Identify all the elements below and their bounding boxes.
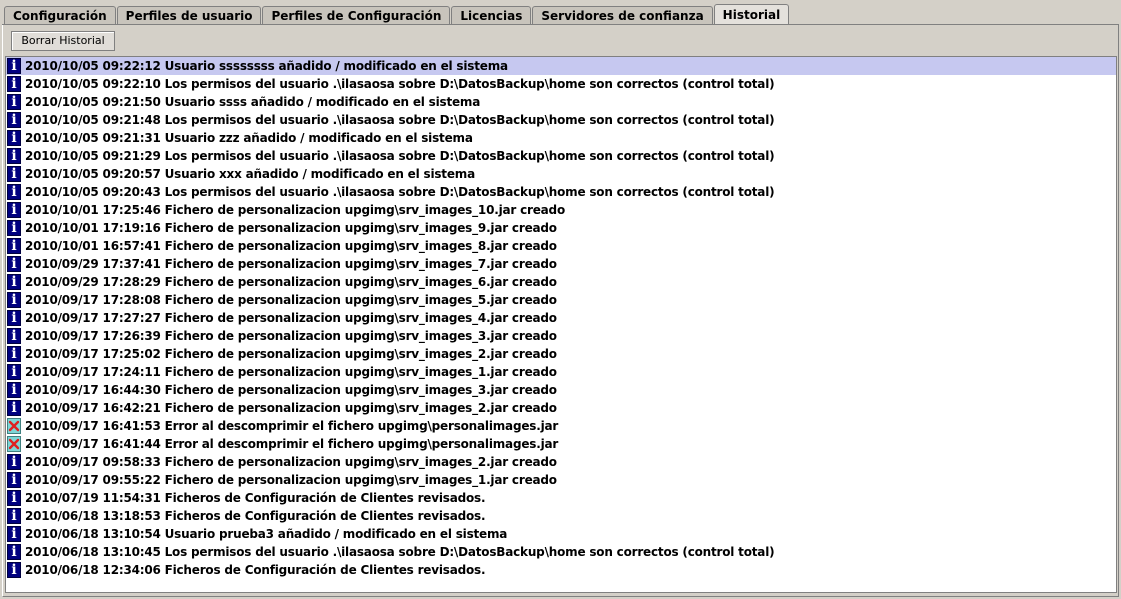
log-entry[interactable]: 2010/09/17 16:41:53 Error al descomprimi…	[6, 417, 1116, 435]
info-icon: i	[7, 526, 21, 542]
log-entry[interactable]: i 2010/09/17 17:26:39 Fichero de personal…	[6, 327, 1116, 345]
log-entry[interactable]: i 2010/09/17 09:55:22 Fichero de personal…	[6, 471, 1116, 489]
log-entry-text: 2010/10/01 17:25:46 Fichero de personali…	[25, 203, 565, 217]
log-entry[interactable]: i 2010/09/17 17:25:02 Fichero de personal…	[6, 345, 1116, 363]
log-entry-text: 2010/10/05 09:21:50 Usuario ssss añadido…	[25, 95, 481, 109]
log-entry-text: 2010/10/05 09:22:12 Usuario ssssssss aña…	[25, 59, 508, 73]
tab-historial[interactable]: Historial	[713, 4, 790, 25]
log-entry-text: 2010/06/18 13:10:45 Los permisos del usu…	[25, 545, 775, 559]
info-icon: i	[7, 274, 21, 290]
info-icon: i	[7, 472, 21, 488]
log-entry[interactable]: i 2010/10/05 09:21:29 Los permisos del us…	[6, 147, 1116, 165]
log-entry[interactable]: i 2010/06/18 12:34:06 Ficheros de Configu…	[6, 561, 1116, 579]
info-icon: i	[7, 256, 21, 272]
log-entry-text: 2010/09/29 17:37:41 Fichero de personali…	[25, 257, 557, 271]
log-entry[interactable]: i 2010/10/01 17:19:16 Fichero de personal…	[6, 219, 1116, 237]
info-icon: i	[7, 328, 21, 344]
info-icon: i	[7, 508, 21, 524]
error-icon	[7, 418, 21, 434]
info-icon: i	[7, 562, 21, 578]
log-entry-text: 2010/10/01 16:57:41 Fichero de personali…	[25, 239, 557, 253]
log-entry[interactable]: i 2010/09/29 17:28:29 Fichero de personal…	[6, 273, 1116, 291]
log-entry[interactable]: i 2010/06/18 13:10:54 Usuario prueba3 aña…	[6, 525, 1116, 543]
log-entry[interactable]: i 2010/06/18 13:10:45 Los permisos del us…	[6, 543, 1116, 561]
log-entry-text: 2010/09/17 17:27:27 Fichero de personali…	[25, 311, 557, 325]
log-entry[interactable]: i 2010/09/17 16:42:21 Fichero de personal…	[6, 399, 1116, 417]
log-entry[interactable]: i 2010/10/05 09:20:43 Los permisos del us…	[6, 183, 1116, 201]
log-entry[interactable]: i 2010/10/01 17:25:46 Fichero de personal…	[6, 201, 1116, 219]
log-entry-text: 2010/09/17 17:26:39 Fichero de personali…	[25, 329, 557, 343]
log-entry[interactable]: i 2010/10/05 09:21:48 Los permisos del us…	[6, 111, 1116, 129]
log-entry-text: 2010/09/17 09:55:22 Fichero de personali…	[25, 473, 557, 487]
info-icon: i	[7, 112, 21, 128]
log-entry[interactable]: i 2010/09/17 09:58:33 Fichero de personal…	[6, 453, 1116, 471]
info-icon: i	[7, 544, 21, 560]
info-icon: i	[7, 490, 21, 506]
log-entry-text: 2010/09/17 16:41:44 Error al descomprimi…	[25, 437, 559, 451]
tab-perfiles-configuracion[interactable]: Perfiles de Configuración	[262, 6, 451, 25]
info-icon: i	[7, 166, 21, 182]
log-entry-text: 2010/10/05 09:21:31 Usuario zzz añadido …	[25, 131, 473, 145]
log-entry[interactable]: i 2010/07/19 11:54:31 Ficheros de Configu…	[6, 489, 1116, 507]
tab-servidores-confianza[interactable]: Servidores de confianza	[532, 6, 713, 25]
log-entry-text: 2010/10/05 09:20:43 Los permisos del usu…	[25, 185, 775, 199]
clear-history-button[interactable]: Borrar Historial	[11, 31, 115, 51]
log-entry-text: 2010/06/18 13:10:54 Usuario prueba3 añad…	[25, 527, 508, 541]
history-panel: Borrar Historial i 2010/10/05 09:22:12 Us…	[2, 25, 1119, 597]
info-icon: i	[7, 346, 21, 362]
log-entry-text: 2010/10/05 09:21:29 Los permisos del usu…	[25, 149, 775, 163]
info-icon: i	[7, 148, 21, 164]
log-entry-text: 2010/09/17 17:25:02 Fichero de personali…	[25, 347, 557, 361]
log-entry[interactable]: i 2010/09/29 17:37:41 Fichero de personal…	[6, 255, 1116, 273]
info-icon: i	[7, 94, 21, 110]
log-entry-text: 2010/10/05 09:20:57 Usuario xxx añadido …	[25, 167, 475, 181]
log-entry-text: 2010/10/05 09:22:10 Los permisos del usu…	[25, 77, 775, 91]
info-icon: i	[7, 454, 21, 470]
log-entry-text: 2010/09/17 16:41:53 Error al descomprimi…	[25, 419, 559, 433]
info-icon: i	[7, 400, 21, 416]
log-entry[interactable]: i 2010/10/05 09:20:57 Usuario xxx añadido…	[6, 165, 1116, 183]
info-icon: i	[7, 364, 21, 380]
log-entry[interactable]: i 2010/10/01 16:57:41 Fichero de personal…	[6, 237, 1116, 255]
log-entry[interactable]: i 2010/10/05 09:21:50 Usuario ssss añadid…	[6, 93, 1116, 111]
info-icon: i	[7, 58, 21, 74]
log-entry-text: 2010/10/01 17:19:16 Fichero de personali…	[25, 221, 557, 235]
info-icon: i	[7, 202, 21, 218]
log-entry-text: 2010/06/18 13:18:53 Ficheros de Configur…	[25, 509, 486, 523]
tab-configuracion[interactable]: Configuración	[4, 6, 116, 25]
log-entry[interactable]: 2010/09/17 16:41:44 Error al descomprimi…	[6, 435, 1116, 453]
log-entry-text: 2010/09/17 16:44:30 Fichero de personali…	[25, 383, 557, 397]
log-entry-text: 2010/09/17 09:58:33 Fichero de personali…	[25, 455, 557, 469]
log-entry[interactable]: i 2010/06/18 13:18:53 Ficheros de Configu…	[6, 507, 1116, 525]
log-entry-text: 2010/09/17 17:24:11 Fichero de personali…	[25, 365, 557, 379]
log-entry[interactable]: i 2010/09/17 17:27:27 Fichero de personal…	[6, 309, 1116, 327]
log-entry-text: 2010/10/05 09:21:48 Los permisos del usu…	[25, 113, 775, 127]
log-entry[interactable]: i 2010/10/05 09:22:10 Los permisos del us…	[6, 75, 1116, 93]
info-icon: i	[7, 220, 21, 236]
tab-bar: Configuración Perfiles de usuario Perfil…	[4, 4, 790, 25]
info-icon: i	[7, 76, 21, 92]
log-entry[interactable]: i 2010/10/05 09:21:31 Usuario zzz añadido…	[6, 129, 1116, 147]
log-entry-text: 2010/07/19 11:54:31 Ficheros de Configur…	[25, 491, 486, 505]
error-icon	[7, 436, 21, 452]
tab-perfiles-usuario[interactable]: Perfiles de usuario	[116, 6, 262, 25]
info-icon: i	[7, 238, 21, 254]
log-entry[interactable]: i 2010/09/17 16:44:30 Fichero de personal…	[6, 381, 1116, 399]
info-icon: i	[7, 310, 21, 326]
log-entry-text: 2010/09/17 17:28:08 Fichero de personali…	[25, 293, 557, 307]
info-icon: i	[7, 382, 21, 398]
log-entry-text: 2010/06/18 12:34:06 Ficheros de Configur…	[25, 563, 486, 577]
log-entry[interactable]: i 2010/09/17 17:24:11 Fichero de personal…	[6, 363, 1116, 381]
info-icon: i	[7, 184, 21, 200]
history-log-list[interactable]: i 2010/10/05 09:22:12 Usuario ssssssss añ…	[5, 56, 1117, 593]
log-entry[interactable]: i 2010/10/05 09:22:12 Usuario ssssssss añ…	[6, 57, 1116, 75]
log-entry-text: 2010/09/29 17:28:29 Fichero de personali…	[25, 275, 557, 289]
log-entry[interactable]: i 2010/09/17 17:28:08 Fichero de personal…	[6, 291, 1116, 309]
info-icon: i	[7, 130, 21, 146]
info-icon: i	[7, 292, 21, 308]
log-entry-text: 2010/09/17 16:42:21 Fichero de personali…	[25, 401, 557, 415]
tab-licencias[interactable]: Licencias	[451, 6, 532, 25]
